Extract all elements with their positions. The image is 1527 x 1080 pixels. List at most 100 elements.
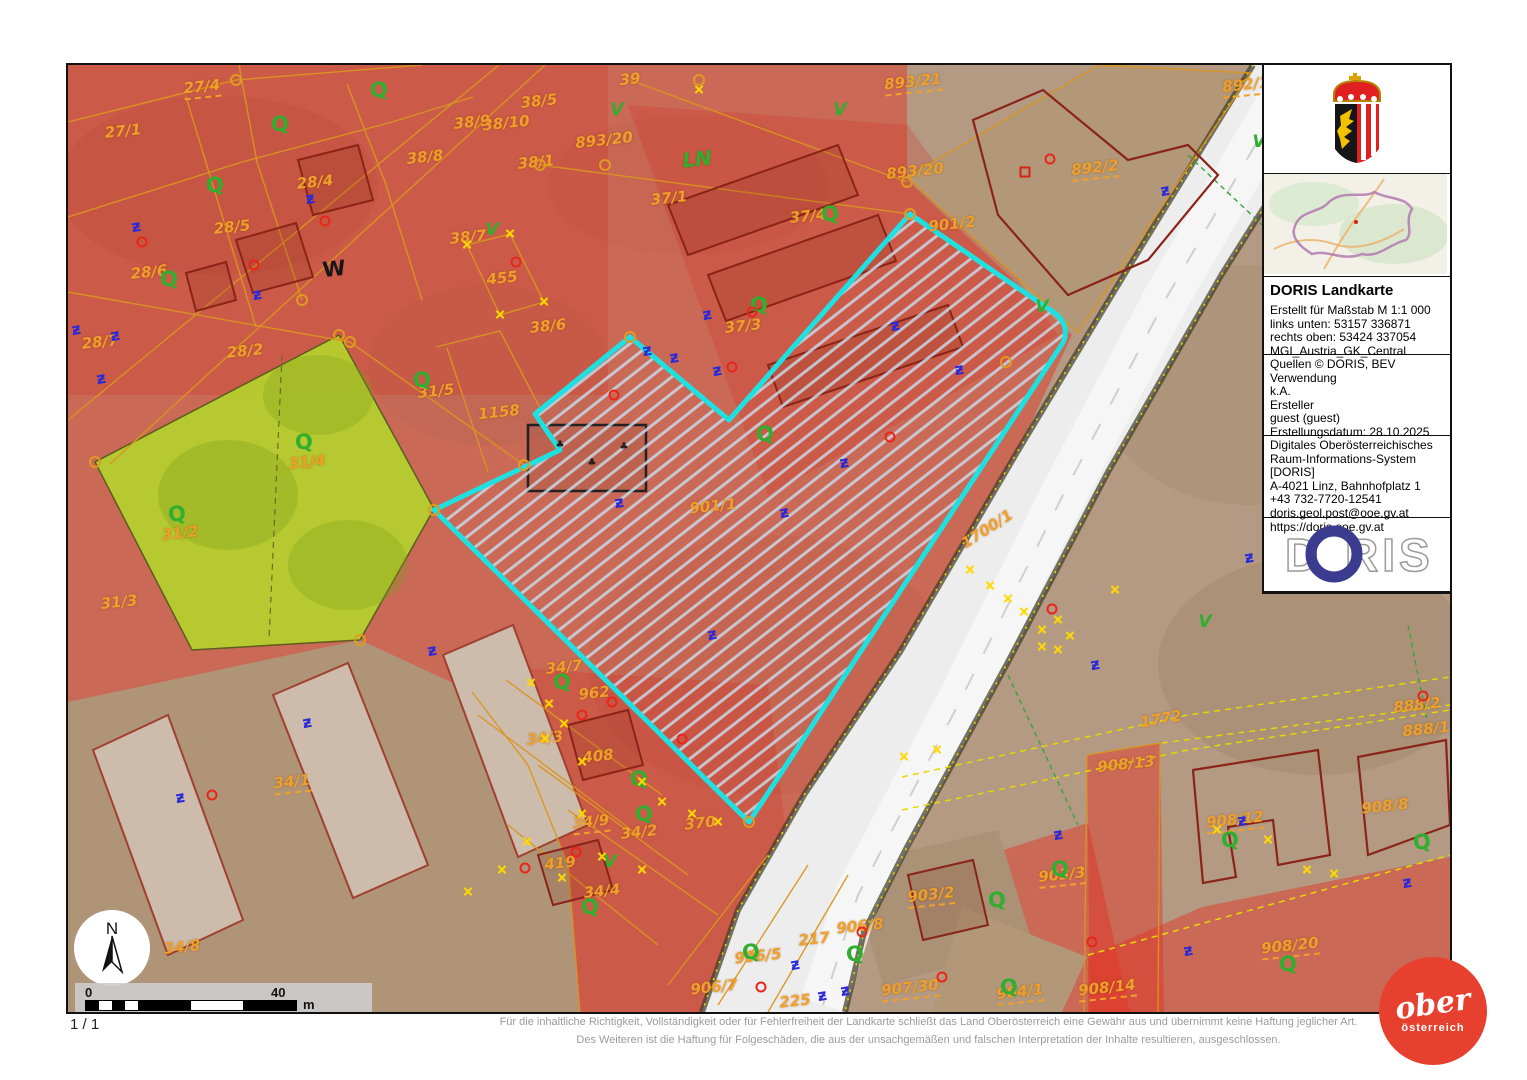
- doris-logo-section: D RIS: [1264, 518, 1450, 592]
- v-map-symbol-icon: V: [833, 100, 846, 120]
- z-map-symbol-icon: ƶ: [839, 980, 851, 1000]
- dot-map-symbol-icon: [520, 863, 531, 874]
- parcel-label: 893/20: [885, 159, 944, 183]
- page-number: 1 / 1: [70, 1016, 99, 1033]
- parcel-label: LN: [681, 146, 713, 173]
- upper-austria-crest-icon: [1322, 71, 1392, 167]
- dot-map-symbol-icon: [857, 927, 868, 938]
- z-map-symbol-icon: ƶ: [1182, 940, 1194, 960]
- dot-map-symbol-icon: [727, 362, 738, 373]
- x-map-symbol-icon: ×: [504, 226, 516, 242]
- coat-of-arms-section: [1264, 65, 1450, 174]
- map-canvas[interactable]: 27/427/138/538/938/1038/839893/2038/1893…: [66, 63, 1452, 1014]
- clv-map-symbol-icon: ♣: [588, 458, 597, 469]
- x-map-symbol-icon: ×: [984, 578, 996, 594]
- o-map-symbol-icon: [1000, 356, 1012, 368]
- org-address: A-4021 Linz, Bahnhofplatz 1: [1270, 480, 1444, 494]
- usage-label: Verwendung: [1270, 372, 1444, 386]
- x-map-symbol-icon: ×: [686, 806, 698, 822]
- clv-map-symbol-icon: ♣: [620, 442, 629, 453]
- parcel-label: 908/8: [1361, 795, 1410, 818]
- z-map-symbol-icon: ƶ: [426, 640, 438, 660]
- z-map-symbol-icon: ƶ: [778, 502, 790, 522]
- v-map-symbol-icon: V: [610, 100, 623, 120]
- usage-value: k.A.: [1270, 385, 1444, 399]
- q-map-symbol-icon: Q: [1411, 829, 1432, 855]
- dot-map-symbol-icon: [1418, 691, 1429, 702]
- north-label-glyph: N: [106, 919, 118, 938]
- dot-map-symbol-icon: [677, 734, 688, 745]
- parcel-label: 888/1: [1402, 718, 1451, 741]
- q-map-symbol-icon: Q: [166, 501, 187, 527]
- disclaimer-line2: Des Weiteren ist die Haftung für Folgesc…: [330, 1031, 1527, 1049]
- x-map-symbol-icon: ×: [712, 814, 724, 830]
- dot-map-symbol-icon: [756, 982, 767, 993]
- o-map-symbol-icon: [296, 294, 308, 306]
- parcel-label: 455: [485, 267, 518, 288]
- z-map-symbol-icon: ƶ: [174, 787, 186, 807]
- parcel-label: 38/6: [529, 315, 567, 337]
- v-map-symbol-icon: V: [485, 220, 498, 240]
- overview-map: [1264, 174, 1447, 274]
- parcel-label: 31/3: [100, 591, 138, 613]
- parcel-label: 34/8: [163, 936, 201, 958]
- x-map-symbol-icon: ×: [1018, 604, 1030, 620]
- q-map-symbol-icon: Q: [579, 894, 600, 920]
- z-map-symbol-icon: ƶ: [1401, 872, 1413, 892]
- parcel-label: 34/1: [273, 771, 312, 796]
- scale-end: 40: [271, 985, 285, 1000]
- parcel-label: 908/14: [1077, 976, 1137, 1003]
- q-map-symbol-icon: Q: [819, 201, 840, 227]
- o-map-symbol-icon: [333, 329, 345, 341]
- q-map-symbol-icon: Q: [740, 939, 761, 965]
- q-map-symbol-icon: Q: [158, 266, 179, 292]
- map-meta-section: DORIS Landkarte Erstellt für Maßstab M 1…: [1264, 277, 1450, 355]
- q-map-symbol-icon: Q: [269, 111, 290, 137]
- parcel-label: 892/2: [1070, 156, 1119, 182]
- x-map-symbol-icon: ×: [576, 806, 588, 822]
- dot-map-symbol-icon: [207, 790, 218, 801]
- parcel-label: 38/10: [482, 112, 531, 135]
- address-section: Digitales Oberösterreichisches Raum-Info…: [1264, 436, 1450, 518]
- dot-map-symbol-icon: [511, 257, 522, 268]
- x-map-symbol-icon: ×: [556, 870, 568, 886]
- x-map-symbol-icon: ×: [538, 294, 550, 310]
- z-map-symbol-icon: ƶ: [953, 359, 965, 379]
- dot-map-symbol-icon: [607, 697, 618, 708]
- z-map-symbol-icon: ƶ: [668, 347, 680, 367]
- q-map-symbol-icon: Q: [1277, 951, 1298, 977]
- z-map-symbol-icon: ƶ: [838, 452, 850, 472]
- x-map-symbol-icon: ×: [931, 742, 943, 758]
- scale-unit: m: [303, 997, 315, 1012]
- o-map-symbol-icon: [624, 331, 636, 343]
- north-arrow: N: [74, 910, 150, 986]
- x-map-symbol-icon: ×: [521, 834, 533, 850]
- x-map-symbol-icon: ×: [496, 862, 508, 878]
- parcel-label: 1772: [1139, 707, 1183, 732]
- o-map-symbol-icon: [743, 816, 755, 828]
- q-map-symbol-icon: Q: [633, 801, 654, 827]
- x-map-symbol-icon: ×: [1262, 832, 1274, 848]
- dot-map-symbol-icon: [747, 307, 758, 318]
- q-map-symbol-icon: Q: [204, 172, 225, 198]
- z-map-symbol-icon: ƶ: [70, 319, 82, 339]
- z-map-symbol-icon: ƶ: [1159, 180, 1171, 200]
- o-map-symbol-icon: [534, 159, 546, 171]
- dot-map-symbol-icon: [937, 972, 948, 983]
- parcel-label: 37/3: [724, 315, 762, 337]
- dot-map-symbol-icon: [609, 390, 620, 401]
- panel-title: DORIS Landkarte: [1270, 282, 1444, 299]
- o-map-symbol-icon: [230, 74, 242, 86]
- q-map-symbol-icon: Q: [998, 974, 1019, 1000]
- z-map-symbol-icon: ƶ: [130, 216, 142, 236]
- scale-bar-segments: [85, 1000, 297, 1011]
- parcel-label: 27/4: [183, 76, 222, 101]
- z-map-symbol-icon: ƶ: [706, 624, 718, 644]
- parcel-label: 1700/1: [958, 506, 1016, 553]
- x-map-symbol-icon: ×: [1301, 862, 1313, 878]
- parcel-label: 28/5: [213, 216, 251, 238]
- parcel-label: 225: [778, 990, 811, 1011]
- parcel-label: 901/1: [689, 495, 738, 518]
- parcel-label: 893/21: [883, 70, 943, 97]
- info-panel: DORIS Landkarte Erstellt für Maßstab M 1…: [1262, 63, 1452, 594]
